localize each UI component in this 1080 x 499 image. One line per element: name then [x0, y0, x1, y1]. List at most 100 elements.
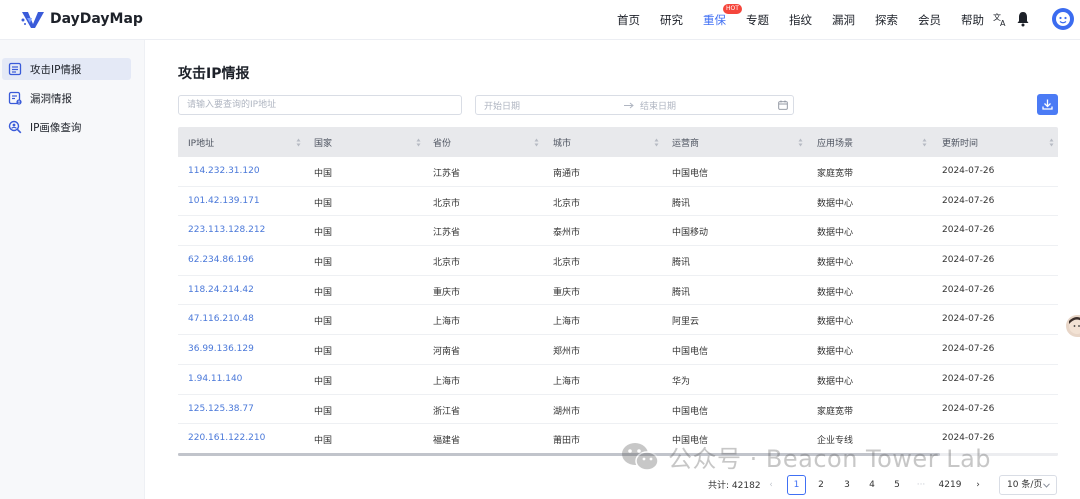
isp-cell: 中国电信 [672, 169, 709, 179]
scenario-cell: 数据中心 [817, 198, 854, 209]
watermark-text: 公众号 · Beacon Tower Lab [668, 445, 992, 473]
province-cell: 河南省 [433, 347, 461, 358]
isp-cell: 华为 [672, 376, 691, 387]
ip-link[interactable]: 62.234.86.196 [188, 255, 254, 265]
ip-link[interactable]: 220.161.122.210 [188, 433, 265, 443]
isp-cell: 腾讯 [672, 258, 691, 269]
updated-cell: 2024-07-26 [942, 344, 995, 355]
ip-search-input[interactable] [178, 95, 462, 115]
sidebar-item-label: IP画像查询 [30, 121, 82, 134]
page-button-4[interactable]: 4 [863, 475, 881, 495]
city-cell: 上海市 [553, 317, 581, 328]
bell-icon[interactable] [1016, 11, 1030, 27]
province-cell: 浙江省 [433, 406, 461, 417]
table-row: 118.24.214.42 中国 重庆市 重庆市 腾讯 数据中心 2024-07… [178, 276, 1058, 306]
pagination-total: 共计: 42182 [708, 478, 761, 491]
column-header[interactable]: 省份 [433, 136, 451, 149]
country-cell: 中国 [314, 376, 333, 387]
end-date-placeholder: 结束日期 [640, 102, 677, 112]
search-profile-icon [8, 120, 22, 134]
city-cell: 北京市 [553, 198, 581, 209]
logo[interactable]: DayDayMap [20, 9, 143, 29]
sort-icon[interactable] [416, 138, 421, 147]
avatar-face-icon [1056, 12, 1070, 26]
sort-icon[interactable] [296, 138, 301, 147]
brand-name: DayDayMap [50, 11, 143, 27]
nav-item-topics[interactable]: 专题 [746, 12, 769, 28]
country-cell: 中国 [314, 347, 333, 358]
table-header: IP地址 国家 省份 城市 运营商 应用场景 更新时间 [178, 127, 1058, 157]
scenario-cell: 数据中心 [817, 228, 854, 239]
next-page-button[interactable]: › [969, 475, 987, 495]
updated-cell: 2024-07-26 [942, 403, 995, 414]
user-avatar[interactable] [1052, 8, 1074, 30]
table-row: 223.113.128.212 中国 江苏省 泰州市 中国移动 数据中心 202… [178, 216, 1058, 247]
ip-link[interactable]: 1.94.11.140 [188, 374, 242, 384]
ip-link[interactable]: 118.24.214.42 [188, 285, 254, 295]
nav-item-membership[interactable]: 会员 [918, 12, 941, 28]
isp-cell: 中国电信 [672, 406, 709, 417]
start-date-placeholder: 开始日期 [484, 102, 521, 112]
nav-item-key-protection[interactable]: 重保 HOT [703, 4, 742, 28]
country-cell: 中国 [314, 406, 333, 417]
scenario-cell: 数据中心 [817, 376, 854, 387]
last-page-button[interactable]: 4219 [937, 475, 963, 495]
updated-cell: 2024-07-26 [942, 314, 995, 325]
sort-icon[interactable] [654, 138, 659, 147]
page-button-3[interactable]: 3 [838, 475, 856, 495]
date-range-picker[interactable]: 开始日期 结束日期 [475, 95, 794, 115]
page-button-2[interactable]: 2 [812, 475, 830, 495]
updated-cell: 2024-07-26 [942, 225, 995, 236]
province-cell: 上海市 [433, 376, 461, 387]
nav-item-vulnerabilities[interactable]: 漏洞 [832, 12, 855, 28]
download-button[interactable] [1037, 94, 1058, 115]
pagination-ellipsis[interactable]: ··· [912, 475, 930, 495]
country-cell: 中国 [314, 287, 333, 298]
ip-link[interactable]: 125.125.38.77 [188, 404, 254, 414]
arrow-right-icon [624, 102, 634, 109]
logo-mark-icon [21, 12, 44, 28]
sidebar-item-vuln-intel[interactable]: 漏洞情报 [2, 87, 131, 109]
column-header[interactable]: 运营商 [672, 136, 699, 149]
page-title: 攻击IP情报 [178, 66, 250, 82]
nav-item-help[interactable]: 帮助 [961, 12, 984, 28]
nav-item-research[interactable]: 研究 [660, 12, 683, 28]
ip-link[interactable]: 36.99.136.129 [188, 344, 254, 354]
sort-icon[interactable] [1049, 138, 1054, 147]
sort-icon[interactable] [534, 138, 539, 147]
nav-item-fingerprint[interactable]: 指纹 [789, 12, 812, 28]
city-cell: 郑州市 [553, 347, 581, 358]
table-row: 62.234.86.196 中国 北京市 北京市 腾讯 数据中心 2024-07… [178, 246, 1058, 276]
report-icon [8, 62, 22, 76]
sort-icon[interactable] [922, 138, 927, 147]
column-header[interactable]: 更新时间 [942, 136, 978, 149]
table-row: 36.99.136.129 中国 河南省 郑州市 中国电信 数据中心 2024-… [178, 335, 1058, 365]
nav-item-explore[interactable]: 探索 [875, 12, 898, 28]
floating-assistant-avatar[interactable] [1066, 315, 1080, 337]
page-button-1[interactable]: 1 [787, 475, 806, 495]
country-cell: 中国 [314, 198, 333, 209]
page-size-select[interactable]: 10 条/页 [999, 475, 1057, 495]
city-cell: 湖州市 [553, 406, 581, 417]
column-header[interactable]: 国家 [314, 136, 332, 149]
scenario-cell: 数据中心 [817, 287, 854, 298]
watermark: 公众号 · Beacon Tower Lab [620, 439, 991, 474]
column-header[interactable]: 城市 [553, 136, 571, 149]
column-header[interactable]: 应用场景 [817, 136, 853, 149]
ip-link[interactable]: 114.232.31.120 [188, 166, 260, 176]
sort-icon[interactable] [798, 138, 803, 147]
prev-page-button[interactable]: ‹ [762, 475, 780, 495]
ip-link[interactable]: 223.113.128.212 [188, 225, 265, 235]
assistant-face-icon [1069, 317, 1080, 334]
province-cell: 上海市 [433, 317, 461, 328]
ip-link[interactable]: 101.42.139.171 [188, 196, 260, 206]
page-button-5[interactable]: 5 [888, 475, 906, 495]
nav-item-home[interactable]: 首页 [617, 12, 640, 28]
translate-icon[interactable]: 文 A [992, 11, 1008, 27]
column-header[interactable]: IP地址 [188, 136, 214, 149]
sidebar-item-label: 漏洞情报 [30, 92, 72, 105]
sidebar-item-ip-profile[interactable]: IP画像查询 [2, 116, 131, 138]
ip-link[interactable]: 47.116.210.48 [188, 314, 254, 324]
sidebar-item-attack-ip[interactable]: 攻击IP情报 [2, 58, 131, 80]
total-count: 42182 [731, 481, 761, 491]
